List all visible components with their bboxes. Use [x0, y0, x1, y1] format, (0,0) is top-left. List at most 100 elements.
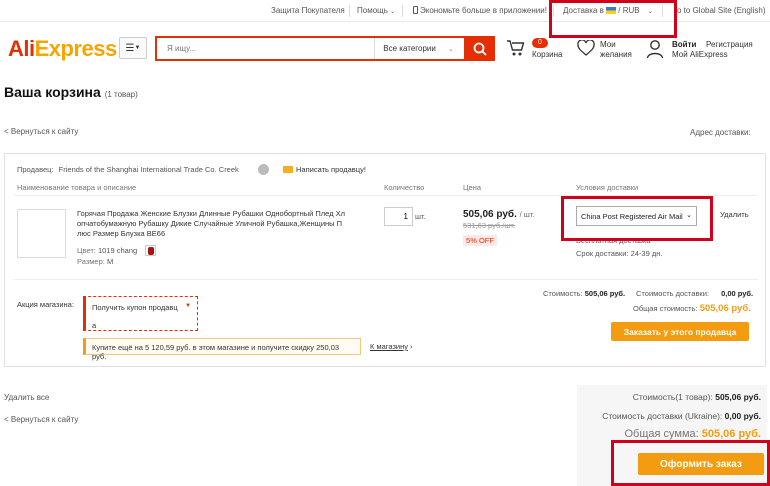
delivery-time: Срок доставки: 24-39 дн. [576, 249, 663, 258]
cart-count-badge: 0 [532, 38, 548, 48]
divider [349, 5, 350, 17]
wishlist-line2: желания [600, 50, 632, 59]
cart-item-count: (1 товар) [104, 90, 138, 99]
delivery-address-label: Адрес доставки: [690, 128, 751, 137]
to-store-link[interactable]: К магазину [370, 342, 408, 351]
global-site-link[interactable]: o to Global Site (English) [677, 6, 766, 15]
col-price-header: Цена [463, 183, 482, 192]
message-seller-label: Написать продавцу! [296, 165, 366, 174]
coupon-label-cont: а [92, 321, 97, 330]
highlight-box-shipping-method [561, 196, 713, 241]
phone-icon [413, 6, 418, 14]
heart-icon [577, 39, 595, 56]
store-cost: Стоимость: 505,06 руб. [543, 289, 625, 298]
message-seller-link[interactable]: Написать продавцу! [283, 165, 366, 174]
color-swatch-fill [147, 246, 154, 255]
delete-all-link[interactable]: Удалить все [4, 393, 49, 402]
page-title-text: Ваша корзина [4, 84, 101, 100]
store-shipping-cost: Стоимость доставки: 0,00 руб. [636, 289, 753, 298]
store-total-label: Общая стоимость: [633, 304, 698, 313]
caret-down-icon: ▼ [185, 303, 191, 309]
register-link[interactable]: Регистрация [706, 40, 753, 50]
help-label: Помощь [357, 6, 388, 15]
to-store-label: К магазину [370, 342, 408, 351]
seller-label: Продавец: [17, 165, 54, 174]
buyer-protection-link[interactable]: Защита Покупателя [271, 6, 345, 15]
store-shipping-value: 0,00 руб. [721, 289, 754, 298]
summary-total-value: 505,06 руб. [701, 428, 761, 440]
summary-shipping-label: Стоимость доставки (Ukraine): [602, 411, 723, 421]
seller-name-link[interactable]: Friends of the Shanghai International Tr… [59, 165, 239, 174]
highlight-box-shipping-currency [549, 0, 677, 38]
back-to-site-link-bottom[interactable]: < Вернуться к сайту [4, 415, 78, 424]
size-value: M [106, 257, 114, 266]
chevron-down-icon: ⌄ [390, 9, 396, 15]
col-shipping-header: Условия доставки [576, 183, 639, 192]
item-price: 505,06 руб. / шт. [463, 209, 535, 220]
item-price-value: 505,06 руб. [463, 209, 517, 220]
cart-link[interactable] [506, 39, 526, 59]
category-select-label: Все категории [383, 44, 436, 53]
logo-ali: Ali [8, 36, 35, 61]
back-to-site-link[interactable]: < Вернуться к сайту [4, 127, 78, 136]
signin-link[interactable]: Войти [672, 40, 696, 50]
store-promo-label: Акция магазина: [17, 300, 74, 309]
menu-icon: ☰ [125, 42, 135, 54]
size-label: Размер: [77, 257, 105, 266]
color-swatch [145, 245, 156, 256]
summary-total: Общая сумма: 505,06 руб. [624, 428, 761, 440]
item-old-price: 531,63 руб./шт. [463, 221, 516, 230]
seller-status-icon [258, 164, 269, 175]
search-button[interactable] [464, 36, 495, 61]
wishlist-label[interactable]: Мои желания [600, 40, 632, 60]
caret-down-icon: ▼ [134, 45, 141, 51]
store-shipping-label: Стоимость доставки: [636, 289, 709, 298]
coupon-label: Получить купон продавц [92, 303, 178, 312]
search-input[interactable] [157, 38, 375, 59]
user-icon [646, 40, 664, 59]
cart-label[interactable]: Корзина [532, 50, 562, 60]
summary-shipping: Стоимость доставки (Ukraine): 0,00 руб. [602, 411, 761, 421]
summary-total-label: Общая сумма: [624, 428, 699, 440]
category-menu-button[interactable]: ☰ ▼ [119, 37, 147, 59]
discount-badge: 5% OFF [463, 235, 497, 246]
seller-row: Продавец: Friends of the Shanghai Intern… [17, 165, 239, 174]
item-price-unit: / шт. [519, 210, 535, 219]
product-title-link[interactable]: Горячая Продажа Женские Блузки Длинные Р… [77, 209, 354, 239]
account-link[interactable] [646, 39, 664, 61]
my-aliexpress-link[interactable]: Мой AliExpress [672, 50, 728, 60]
logo-express: Express [34, 36, 118, 61]
summary-shipping-value: 0,00 руб. [724, 411, 761, 421]
help-menu[interactable]: Помощь ⌄ [357, 6, 395, 15]
category-select[interactable]: Все категории ⌄ [374, 38, 464, 59]
summary-cost-value: 505,06 руб. [715, 392, 761, 402]
product-color: Цвет: 1019 chang [77, 246, 137, 255]
store-cost-value: 505,06 руб. [584, 289, 626, 298]
delete-item-link[interactable]: Удалить [720, 210, 749, 219]
divider [13, 279, 758, 280]
app-promo-link[interactable]: Экономьте больше в приложении! [413, 6, 547, 15]
envelope-icon [283, 166, 293, 173]
summary-cost: Стоимость(1 товар): 505,06 руб. [633, 392, 761, 402]
store-total-value: 505,06 руб. [699, 303, 751, 314]
highlight-box-checkout [611, 440, 770, 486]
wishlist-link[interactable] [577, 39, 595, 58]
chevron-down-icon: ⌄ [447, 45, 454, 53]
page-title: Ваша корзина (1 товар) [4, 84, 138, 100]
quantity-input[interactable] [384, 207, 413, 226]
app-promo-label: Экономьте больше в приложении! [420, 6, 547, 15]
search-icon [473, 42, 487, 56]
store-cost-label: Стоимость: [543, 289, 583, 298]
store-total: Общая стоимость: 505,06 руб. [633, 303, 751, 314]
chevron-right-icon: › [410, 342, 413, 351]
wishlist-line1: Мои [600, 40, 616, 49]
product-image[interactable] [17, 209, 66, 258]
get-coupon-dropdown[interactable]: Получить купон продавц а ▼ [83, 296, 198, 331]
col-qty-header: Количество [384, 183, 425, 192]
color-value: 1019 chang [97, 246, 138, 255]
store-promo-banner: Купите ещё на 5 120,59 руб. в этом магаз… [83, 338, 361, 361]
col-name-header: Наименование товара и описание [17, 183, 137, 192]
aliexpress-logo[interactable]: AliExpress [8, 36, 117, 62]
order-from-seller-button[interactable]: Заказать у этого продавца [611, 322, 749, 341]
summary-cost-label: Стоимость(1 товар): [632, 392, 713, 402]
